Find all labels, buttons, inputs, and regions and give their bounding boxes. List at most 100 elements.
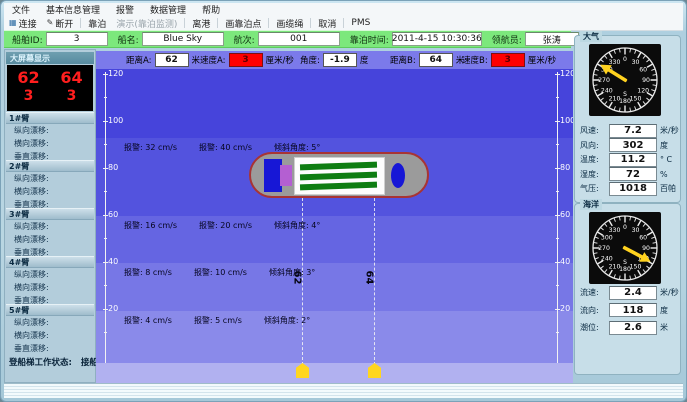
toolbar-button-5[interactable]: 画靠泊点	[220, 17, 266, 30]
svg-text:S: S	[623, 259, 627, 266]
big-display-value: 3	[67, 88, 77, 104]
info-field-0: 船舶ID:3	[12, 32, 108, 46]
ocean-value: 2.4	[609, 286, 657, 300]
alarm-tilt-angle: 倾斜角度: 2°	[264, 315, 310, 326]
measurement-unit: 厘米/秒	[266, 54, 294, 66]
svg-text:210: 210	[609, 263, 621, 270]
menu-item-0[interactable]: 文件	[4, 3, 38, 16]
axis-tick-label: 40	[108, 258, 118, 266]
toolbar-button-6[interactable]: 画缆绳	[271, 17, 308, 30]
deck-stripe	[300, 172, 377, 181]
axis-tick-label: 60	[108, 211, 118, 219]
alarm-speed-a: 报警: 32 cm/s	[124, 142, 177, 153]
arm-section-header-5: 5#臂	[6, 304, 94, 316]
toolbar-button-4[interactable]: 离港	[187, 17, 215, 30]
status-bar	[4, 383, 683, 398]
arm-drift-label: 纵向漂移:	[14, 125, 49, 136]
toolbar-button-2[interactable]: 靠泊	[83, 17, 111, 30]
measurement-label: 速度A:	[200, 54, 226, 66]
arm-drift-label: 横向漂移:	[14, 186, 49, 197]
ship-stern-tank	[391, 163, 405, 188]
toolbar-separator	[268, 18, 269, 28]
atmosphere-unit: %	[660, 170, 668, 179]
svg-text:270: 270	[598, 245, 610, 252]
atmosphere-label: 风速:	[580, 125, 599, 136]
svg-text:60: 60	[639, 235, 647, 242]
svg-text:150: 150	[630, 263, 642, 270]
svg-text:90: 90	[642, 77, 650, 84]
toolbar-button-label: PMS	[351, 18, 370, 28]
axis-minor-tick	[556, 191, 559, 192]
atmosphere-label: 风向:	[580, 140, 599, 151]
alarm-threshold-row-3: 报警: 4 cm/s报警: 5 cm/s倾斜角度: 2°	[124, 315, 310, 326]
toolbar-button-1[interactable]: ✎断开	[42, 17, 79, 30]
toolbar-separator	[343, 18, 344, 28]
atmosphere-label: 温度:	[580, 154, 599, 165]
big-display-top-row: 6264	[7, 68, 93, 87]
menu-item-1[interactable]: 基本信息管理	[38, 3, 108, 16]
info-field-input[interactable]: 3	[46, 32, 108, 46]
axis-minor-tick	[104, 285, 107, 286]
measurement-unit: 度	[360, 54, 369, 66]
info-field-label: 领航员:	[492, 33, 522, 46]
ocean-title: 海洋	[580, 199, 602, 210]
arm-section-header-1: 1#臂	[6, 112, 94, 124]
axis-minor-tick	[104, 97, 107, 98]
info-field-input[interactable]: Blue Sky	[142, 32, 224, 46]
menu-item-4[interactable]: 帮助	[194, 3, 228, 16]
svg-text:60: 60	[639, 67, 647, 74]
menu-item-3[interactable]: 数据管理	[142, 3, 194, 16]
toolbar-button-label: 画缆绳	[276, 17, 303, 30]
big-display-value: 3	[24, 88, 34, 104]
atmosphere-value: 11.2	[609, 153, 657, 167]
measurement-header: 距离A:62米速度A:3厘米/秒角度:-1.9度距离B:64米速度B:3厘米/秒	[96, 51, 573, 69]
ocean-group: 海洋 0306090120150180210240270300330S 流速:2…	[574, 203, 681, 375]
toolbar-button-0[interactable]: ▦连接	[4, 17, 42, 30]
info-field-input[interactable]: 001	[258, 32, 340, 46]
application-window: 文件基本信息管理报警数据管理帮助 ▦连接✎断开靠泊演示(靠泊监测) 离港画靠泊点画…	[0, 0, 687, 402]
svg-text:180: 180	[619, 266, 631, 273]
arm-section-header-4: 4#臂	[6, 256, 94, 268]
toolbar-button-8[interactable]: PMS	[346, 18, 375, 28]
svg-text:90: 90	[642, 245, 650, 252]
ocean-row-2: 潮位:2.6米	[575, 321, 680, 334]
atmosphere-value: 7.2	[609, 124, 657, 138]
info-field-1: 船名:Blue Sky	[118, 32, 224, 46]
measurement-label: 速度B:	[462, 54, 488, 66]
arm-drift-label: 横向漂移:	[14, 234, 49, 245]
svg-text:210: 210	[609, 95, 621, 102]
right-axis	[557, 72, 558, 363]
info-field-4: 领航员:张涛	[492, 32, 579, 46]
band-6	[96, 363, 573, 383]
alarm-speed-b: 报警: 10 cm/s	[194, 267, 247, 278]
measurement-value: 64	[419, 53, 453, 67]
svg-text:30: 30	[632, 227, 640, 234]
axis-minor-tick	[104, 191, 107, 192]
svg-text:120: 120	[637, 88, 649, 95]
arm-drift-label: 横向漂移:	[14, 282, 49, 293]
axis-minor-tick	[104, 144, 107, 145]
atmosphere-unit: 度	[660, 140, 668, 151]
info-field-3: 靠泊时间:2011-4-15 10:30:36	[350, 32, 482, 46]
alarm-threshold-row-2: 报警: 8 cm/s报警: 10 cm/s倾斜角度: 3°	[124, 267, 315, 278]
info-field-label: 靠泊时间:	[350, 33, 389, 46]
info-field-input[interactable]: 2011-4-15 10:30:36	[392, 32, 482, 46]
svg-text:180: 180	[619, 98, 631, 105]
big-display-value: 62	[17, 68, 39, 87]
alarm-speed-b: 报警: 5 cm/s	[194, 315, 242, 326]
toolbar-button-3[interactable]: 演示(靠泊监测)	[111, 17, 182, 30]
left-axis	[105, 72, 106, 363]
measurement-4: 速度B:3厘米/秒	[462, 53, 556, 67]
menu-item-2[interactable]: 报警	[108, 3, 142, 16]
axis-minor-tick	[556, 238, 559, 239]
toolbar-button-label: 靠泊	[88, 17, 106, 30]
toolbar-button-7[interactable]: 取消	[313, 17, 341, 30]
sensor-panel: 大气 0306090120150180210240270300330S 风速:7…	[571, 29, 685, 383]
alarm-threshold-row-1: 报警: 16 cm/s报警: 20 cm/s倾斜角度: 4°	[124, 220, 320, 231]
svg-text:330: 330	[609, 59, 621, 66]
axis-tick-label: 20	[560, 305, 570, 313]
deck-stripe	[300, 182, 377, 191]
alarm-speed-a: 报警: 16 cm/s	[124, 220, 177, 231]
atmosphere-group: 大气 0306090120150180210240270300330S 风速:7…	[574, 35, 681, 203]
atmosphere-unit: 百帕	[660, 183, 676, 194]
